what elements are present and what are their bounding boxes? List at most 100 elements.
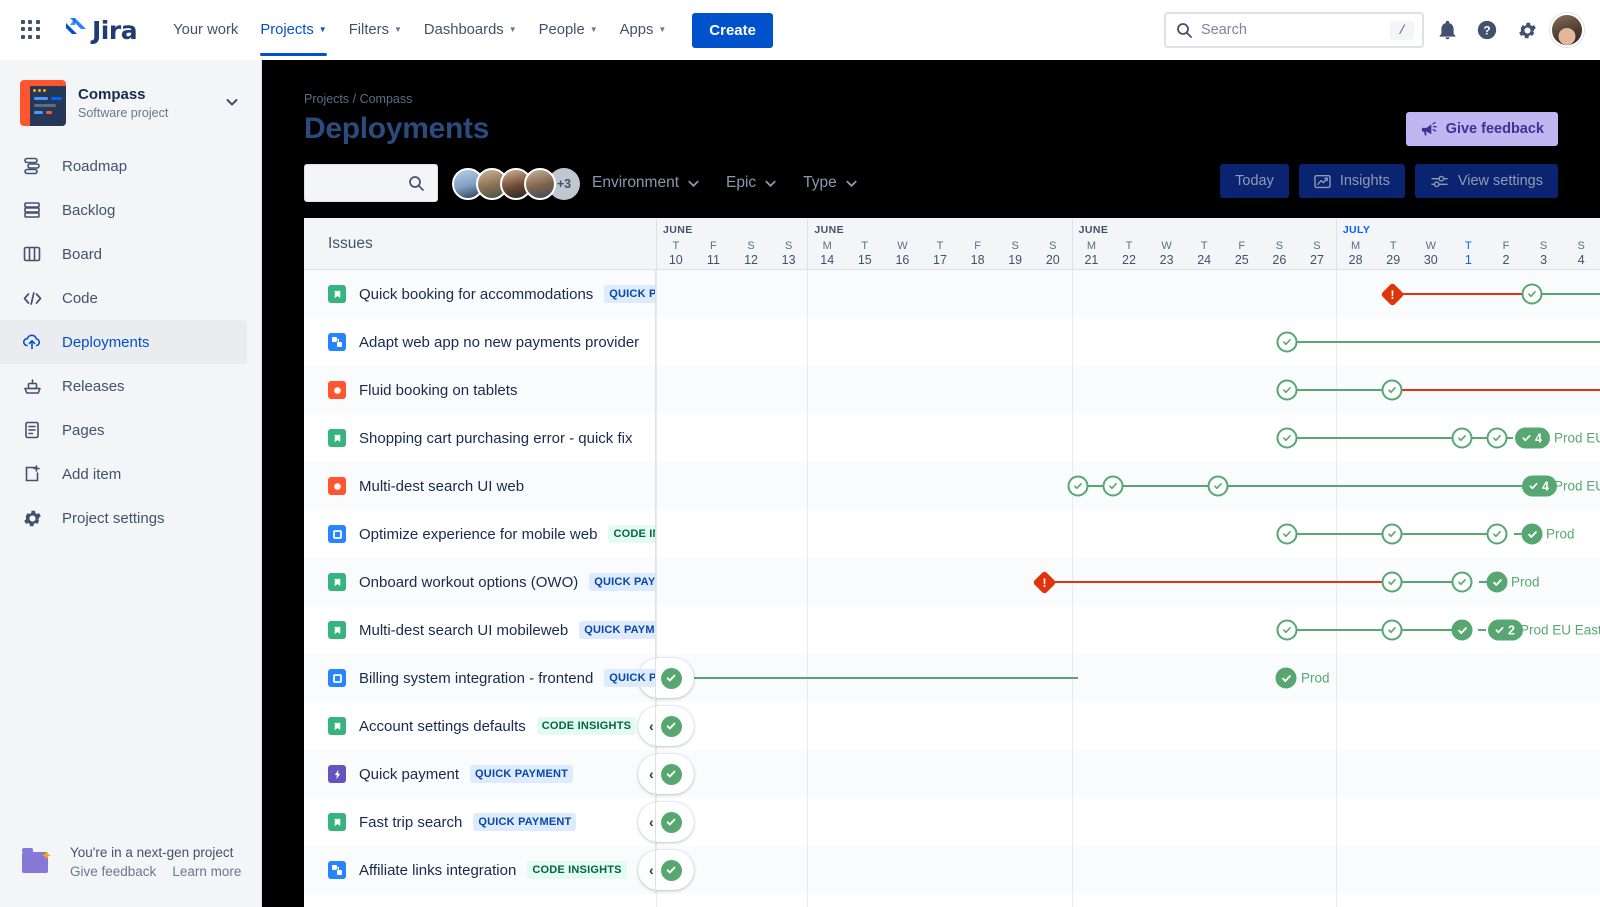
sidebar-item-add-item[interactable]: Add item [0,452,247,496]
filter-epic[interactable]: Epic [726,174,777,192]
table-row[interactable]: Account settings defaults CODE INSIGHTS ‹ [304,702,1600,750]
deployment-success-icon[interactable] [1486,523,1508,545]
avatar[interactable] [524,168,556,200]
sidebar-item-pages[interactable]: Pages [0,408,247,452]
deployment-success-icon[interactable] [1276,619,1298,641]
sidebar-item-board[interactable]: Board [0,232,247,276]
deployment-success-icon[interactable] [1486,427,1508,449]
table-row[interactable]: Fluid booking on tablets !Staging [304,366,1600,414]
epic-tag[interactable]: QUICK PAYMENT [473,813,577,831]
sidebar-give-feedback-link[interactable]: Give feedback [70,864,156,879]
sidebar-item-roadmap[interactable]: Roadmap [0,144,247,188]
deployment-count-pill[interactable]: 2 [1488,619,1523,641]
deployment-success-icon[interactable] [1451,619,1473,641]
epic-tag[interactable]: CODE INSIGHTS [536,717,637,735]
breadcrumb[interactable]: Projects / Compass [304,92,412,106]
table-row[interactable]: Affiliate links integration CODE INSIGHTS… [304,846,1600,894]
sidebar-item-releases[interactable]: Releases [0,364,247,408]
issue-cell[interactable]: Multi-dest search UI mobileweb QUICK PAYM… [304,606,656,654]
issue-cell[interactable]: Billing system integration - frontend QUI… [304,654,656,702]
epic-tag[interactable]: QUICK PAYMENT [604,669,656,687]
deployment-success-icon[interactable] [1275,667,1297,689]
nav-item-people[interactable]: People ▼ [529,14,608,46]
nav-item-your-work[interactable]: Your work [163,14,248,46]
table-row[interactable]: Quick payment QUICK PAYMENT ‹ [304,750,1600,798]
filter-type[interactable]: Type [803,174,858,192]
issue-cell[interactable]: Fluid booking on tablets [304,366,656,414]
table-row[interactable]: Adapt web app no new payments provider !P… [304,318,1600,366]
deployment-success-icon[interactable] [1067,475,1089,497]
nav-item-projects[interactable]: Projects ▼ [250,14,336,56]
today-button[interactable]: Today [1220,164,1289,198]
deployment-success-icon[interactable] [1521,523,1543,545]
table-row[interactable]: Optimize experience for mobile web CODE I… [304,510,1600,558]
table-row[interactable]: Quick booking for accommodations QUICK PA… [304,270,1600,318]
settings-gear-icon[interactable] [1510,13,1544,47]
table-row[interactable]: Shopping cart purchasing error - quick f… [304,414,1600,462]
nav-item-apps[interactable]: Apps ▼ [610,14,677,46]
nav-item-filters[interactable]: Filters ▼ [339,14,412,46]
insights-button[interactable]: Insights [1298,164,1405,198]
user-avatar[interactable] [1550,13,1584,47]
deployment-success-icon[interactable] [1451,427,1473,449]
deployment-failed-icon[interactable]: ! [1031,569,1057,595]
epic-tag[interactable]: QUICK PAYMENT [589,573,656,591]
issue-cell[interactable]: Onboard workout options (OWO) QUICK PAYME… [304,558,656,606]
issue-cell[interactable]: Quick payment QUICK PAYMENT [304,750,656,798]
create-button[interactable]: Create [692,12,773,48]
deployment-success-icon[interactable] [1381,379,1403,401]
deployment-success-icon[interactable] [660,667,682,689]
deployment-success-icon[interactable] [1276,379,1298,401]
nav-item-dashboards[interactable]: Dashboards ▼ [414,14,527,46]
epic-tag[interactable]: CODE INSIGHTS [608,525,656,543]
deployment-success-icon[interactable] [660,811,682,833]
deployment-success-icon[interactable] [660,763,682,785]
table-row[interactable]: Multi-dest search UI web 4 Prod EU East + … [304,462,1600,510]
deployment-success-icon[interactable] [660,859,682,881]
issue-cell[interactable]: Affiliate links integration CODE INSIGHTS [304,846,656,894]
sidebar-item-project-settings[interactable]: Project settings [0,496,247,540]
deployment-count-pill[interactable]: 4 [1515,427,1550,449]
deployment-success-icon[interactable] [1486,571,1508,593]
issue-cell[interactable]: Optimize experience for mobile web CODE I… [304,510,656,558]
help-question-icon[interactable]: ? [1470,13,1504,47]
sidebar-item-backlog[interactable]: Backlog [0,188,247,232]
issue-cell[interactable]: Adapt web app no new payments provider [304,318,656,366]
issue-cell[interactable]: Shopping cart purchasing error - quick f… [304,414,656,462]
sidebar-item-deployments[interactable]: Deployments [0,320,247,364]
notifications-bell-icon[interactable] [1430,13,1464,47]
issue-cell[interactable]: Account settings defaults CODE INSIGHTS [304,702,656,750]
sidebar-learn-more-link[interactable]: Learn more [172,864,241,879]
jira-logo[interactable]: Jira [62,16,138,45]
epic-tag[interactable]: CODE INSIGHTS [527,861,627,879]
issue-cell[interactable]: Quick booking for accommodations QUICK PA… [304,270,656,318]
issue-search-input[interactable] [304,164,438,202]
deployment-count-pill[interactable]: 4 [1522,475,1557,497]
deployment-success-icon[interactable] [1102,475,1124,497]
issue-cell[interactable]: Multi-dest search UI web [304,462,656,510]
table-row[interactable]: Billing system integration - frontend QUI… [304,654,1600,702]
filter-environment[interactable]: Environment [592,174,700,192]
app-switcher-icon[interactable] [14,13,48,47]
project-header[interactable]: Compass Software project [0,60,261,134]
chevron-down-icon[interactable] [225,95,247,112]
table-row[interactable]: Fast trip search QUICK PAYMENT ‹ [304,798,1600,846]
view-settings-button[interactable]: View settings [1414,164,1558,198]
table-row[interactable]: Onboard workout options (OWO) QUICK PAYME… [304,558,1600,606]
deployment-success-icon[interactable] [660,715,682,737]
sidebar-item-code[interactable]: Code [0,276,247,320]
epic-tag[interactable]: QUICK PAYMENT [579,621,656,639]
deployment-success-icon[interactable] [1521,283,1543,305]
give-feedback-button[interactable]: Give feedback [1405,112,1558,146]
deployment-success-icon[interactable] [1451,571,1473,593]
deployment-failed-icon[interactable]: ! [1379,281,1405,307]
deployment-success-icon[interactable] [1207,475,1229,497]
deployment-success-icon[interactable] [1276,523,1298,545]
deployment-success-icon[interactable] [1381,619,1403,641]
deployment-success-icon[interactable] [1381,523,1403,545]
deployment-success-icon[interactable] [1381,571,1403,593]
deployment-success-icon[interactable] [1276,331,1298,353]
issue-cell[interactable]: Fast trip search QUICK PAYMENT [304,798,656,846]
epic-tag[interactable]: QUICK PAYMENT [470,765,574,783]
global-search-input[interactable]: Search / [1164,12,1424,48]
